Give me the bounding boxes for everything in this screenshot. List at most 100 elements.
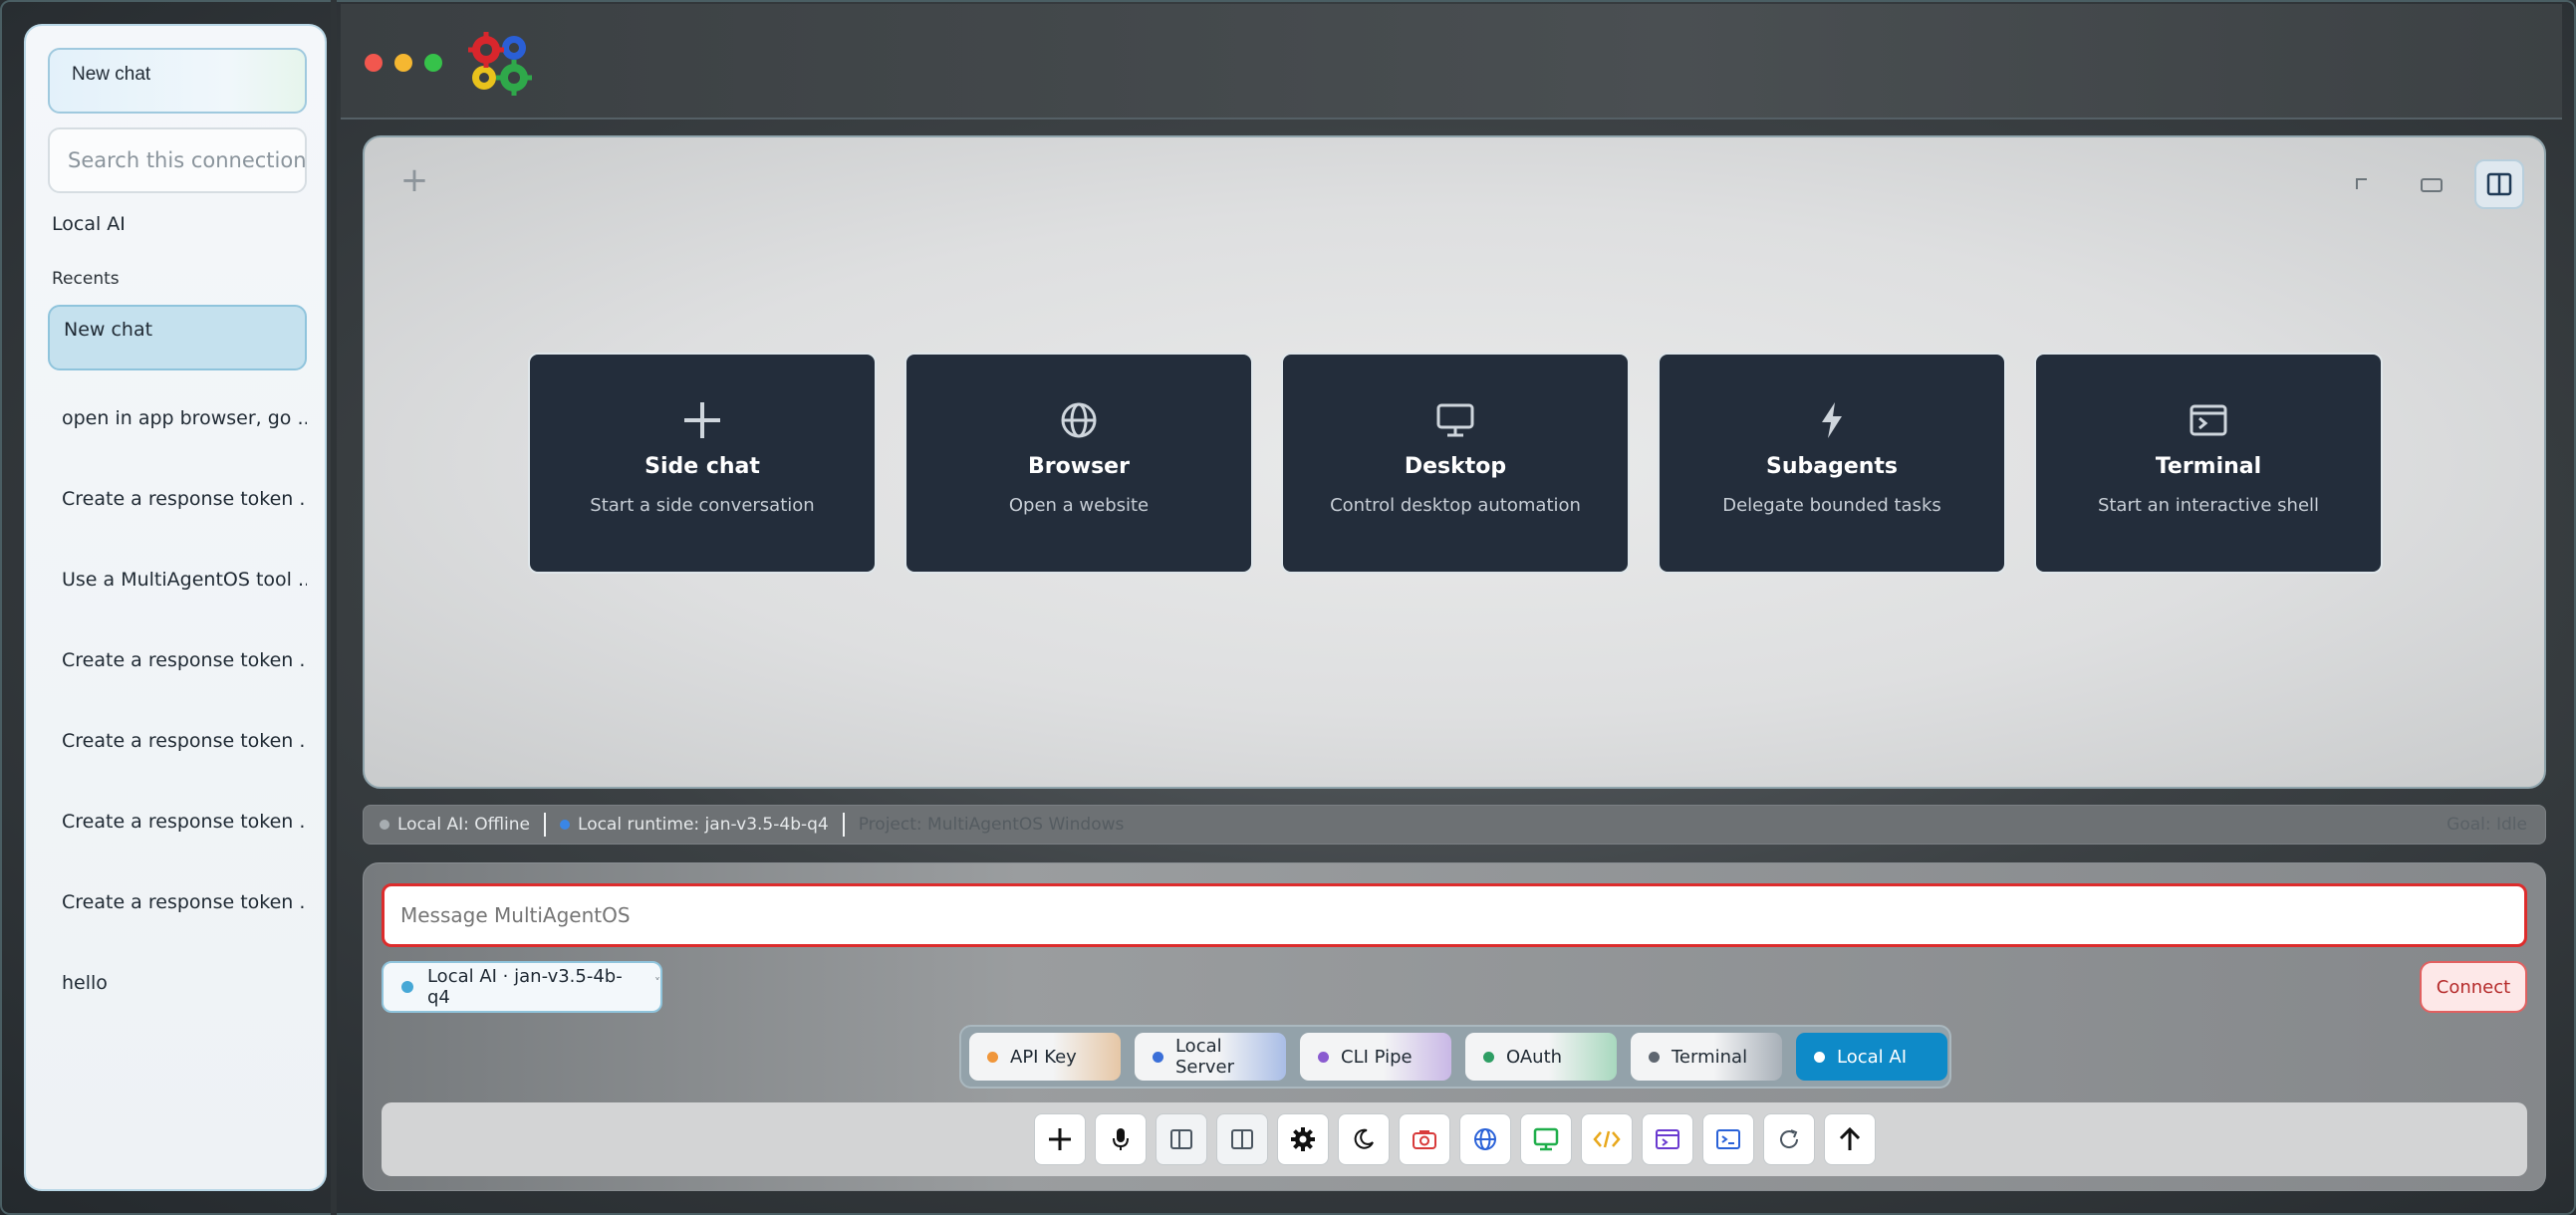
monitor-icon bbox=[1435, 398, 1475, 442]
split-right-icon[interactable] bbox=[1215, 1113, 1268, 1165]
card-subtitle: Control desktop automation bbox=[1330, 495, 1581, 516]
side-chat-card[interactable]: Side chat Start a side conversation bbox=[528, 353, 877, 574]
corner-layout-icon[interactable] bbox=[2337, 159, 2387, 209]
tab-cli-pipe[interactable]: CLI Pipe bbox=[1300, 1033, 1451, 1081]
recent-chat-item[interactable]: Create a response token ... bbox=[48, 869, 307, 935]
add-panel-icon[interactable]: + bbox=[396, 163, 432, 199]
provider-tabs: API Key Local Server CLI Pipe OAuth Term… bbox=[959, 1025, 1951, 1089]
plus-icon bbox=[681, 398, 723, 442]
provider-dot-icon bbox=[1483, 1051, 1494, 1063]
tab-oauth[interactable]: OAuth bbox=[1465, 1033, 1617, 1081]
provider-dot-icon bbox=[1318, 1051, 1329, 1063]
moon-icon[interactable] bbox=[1337, 1113, 1390, 1165]
recent-chat-item[interactable]: Use a MultiAgentOS tool ... bbox=[48, 547, 307, 612]
send-icon[interactable] bbox=[1823, 1113, 1876, 1165]
provider-label: Local AI bbox=[52, 213, 126, 235]
mic-icon[interactable] bbox=[1094, 1113, 1147, 1165]
terminal-window-icon[interactable] bbox=[1641, 1113, 1693, 1165]
recent-chat-item[interactable]: Create a response token ... bbox=[48, 708, 307, 774]
tab-label: CLI Pipe bbox=[1341, 1046, 1413, 1068]
terminal-card[interactable]: Terminal Start an interactive shell bbox=[2034, 353, 2383, 574]
composer: Local AI · jan-v3.5-4b-q4 ˅ Connect API … bbox=[363, 862, 2546, 1191]
runtime-dot-icon bbox=[560, 820, 571, 830]
quick-action-cards: Side chat Start a side conversation Brow… bbox=[528, 353, 2383, 574]
goal-status: Goal: Idle bbox=[2447, 815, 2527, 835]
card-title: Browser bbox=[1028, 454, 1130, 479]
card-subtitle: Start an interactive shell bbox=[2097, 495, 2320, 516]
minimize-window-button[interactable] bbox=[394, 54, 412, 72]
search-chats-input[interactable]: Search this connection's chats bbox=[48, 127, 307, 193]
project-status: Project: MultiAgentOS Windows bbox=[858, 815, 1125, 835]
tab-local-ai[interactable]: Local AI bbox=[1796, 1033, 1947, 1081]
status-dot-icon bbox=[380, 820, 389, 830]
tab-label: Local Server bbox=[1174, 1036, 1234, 1078]
model-selector[interactable]: Local AI · jan-v3.5-4b-q4 ˅ bbox=[382, 961, 662, 1013]
maximize-window-button[interactable] bbox=[424, 54, 442, 72]
code-icon[interactable] bbox=[1580, 1113, 1633, 1165]
card-title: Desktop bbox=[1404, 454, 1507, 479]
refresh-icon[interactable] bbox=[1762, 1113, 1815, 1165]
recent-chat-item[interactable]: Create a response token ... bbox=[48, 789, 307, 854]
divider bbox=[842, 813, 845, 837]
globe-icon[interactable] bbox=[1458, 1113, 1511, 1165]
recent-chat-item[interactable]: hello bbox=[48, 950, 307, 1016]
settings-icon[interactable] bbox=[1276, 1113, 1329, 1165]
recent-chats-list: New chat open in app browser, go ... Cre… bbox=[48, 305, 307, 1016]
recent-chat-item[interactable]: Create a response token ... bbox=[48, 627, 307, 693]
desktop-card[interactable]: Desktop Control desktop automation bbox=[1281, 353, 1630, 574]
card-title: Side chat bbox=[644, 454, 760, 479]
globe-icon bbox=[1060, 398, 1098, 442]
model-label: Local AI · jan-v3.5-4b-q4 bbox=[426, 966, 623, 1008]
card-title: Subagents bbox=[1765, 454, 1899, 479]
close-window-button[interactable] bbox=[365, 54, 383, 72]
recent-chat-item[interactable]: Create a response token ... bbox=[48, 466, 307, 532]
runtime-status-text: Local runtime: jan-v3.5-4b-q4 bbox=[578, 815, 829, 835]
tab-label: OAuth bbox=[1506, 1046, 1563, 1068]
subagents-card[interactable]: Subagents Delegate bounded tasks bbox=[1658, 353, 2006, 574]
divider bbox=[544, 813, 547, 837]
split-panel-icon[interactable] bbox=[2474, 159, 2524, 209]
card-subtitle: Start a side conversation bbox=[590, 495, 815, 516]
monitor-icon[interactable] bbox=[1519, 1113, 1572, 1165]
new-chat-button[interactable]: New chat bbox=[48, 48, 307, 114]
window-controls bbox=[365, 54, 442, 72]
lightning-icon bbox=[1818, 398, 1846, 442]
tab-label: Local AI bbox=[1837, 1046, 1907, 1068]
split-left-icon[interactable] bbox=[1155, 1113, 1207, 1165]
single-panel-icon[interactable] bbox=[2407, 159, 2456, 209]
browser-card[interactable]: Browser Open a website bbox=[904, 353, 1253, 574]
provider-dot-icon bbox=[1814, 1051, 1825, 1063]
tool-bar bbox=[382, 1102, 2527, 1176]
terminal-icon bbox=[2190, 398, 2227, 442]
local-ai-status: Local AI: Offline bbox=[380, 815, 530, 835]
camera-icon[interactable] bbox=[1398, 1113, 1450, 1165]
model-status-dot-icon bbox=[401, 981, 413, 993]
tab-local-server[interactable]: Local Server bbox=[1135, 1033, 1286, 1081]
tab-label: API Key bbox=[1010, 1046, 1077, 1068]
recents-heading: Recents bbox=[52, 269, 120, 289]
provider-dot-icon bbox=[1153, 1051, 1163, 1063]
card-subtitle: Open a website bbox=[1008, 495, 1150, 516]
sidebar: New chat Search this connection's chats … bbox=[24, 24, 327, 1191]
title-bar bbox=[341, 4, 2562, 120]
status-bar: Local AI: Offline Local runtime: jan-v3.… bbox=[363, 805, 2546, 845]
connect-button[interactable]: Connect bbox=[2420, 961, 2527, 1013]
gears-logo-icon bbox=[466, 32, 538, 102]
message-input[interactable] bbox=[382, 883, 2527, 947]
tab-api-key[interactable]: API Key bbox=[969, 1033, 1121, 1081]
tab-label: Terminal bbox=[1672, 1046, 1748, 1068]
tab-terminal[interactable]: Terminal bbox=[1631, 1033, 1782, 1081]
card-title: Terminal bbox=[2155, 454, 2262, 479]
local-ai-status-text: Local AI: Offline bbox=[397, 815, 531, 835]
console-icon[interactable] bbox=[1701, 1113, 1754, 1165]
provider-dot-icon bbox=[1649, 1051, 1660, 1063]
recent-chat-item[interactable]: open in app browser, go ... bbox=[48, 385, 307, 451]
provider-dot-icon bbox=[987, 1051, 998, 1063]
chevron-icon: ˅ bbox=[654, 976, 660, 990]
card-subtitle: Delegate bounded tasks bbox=[1722, 495, 1941, 516]
add-icon[interactable] bbox=[1033, 1113, 1086, 1165]
workspace-canvas: + Side chat Start a side conversation Br… bbox=[363, 135, 2546, 789]
sidebar-resize-handle[interactable] bbox=[331, 0, 337, 1215]
recent-chat-item[interactable]: New chat bbox=[48, 305, 307, 370]
runtime-status: Local runtime: jan-v3.5-4b-q4 bbox=[560, 815, 829, 835]
